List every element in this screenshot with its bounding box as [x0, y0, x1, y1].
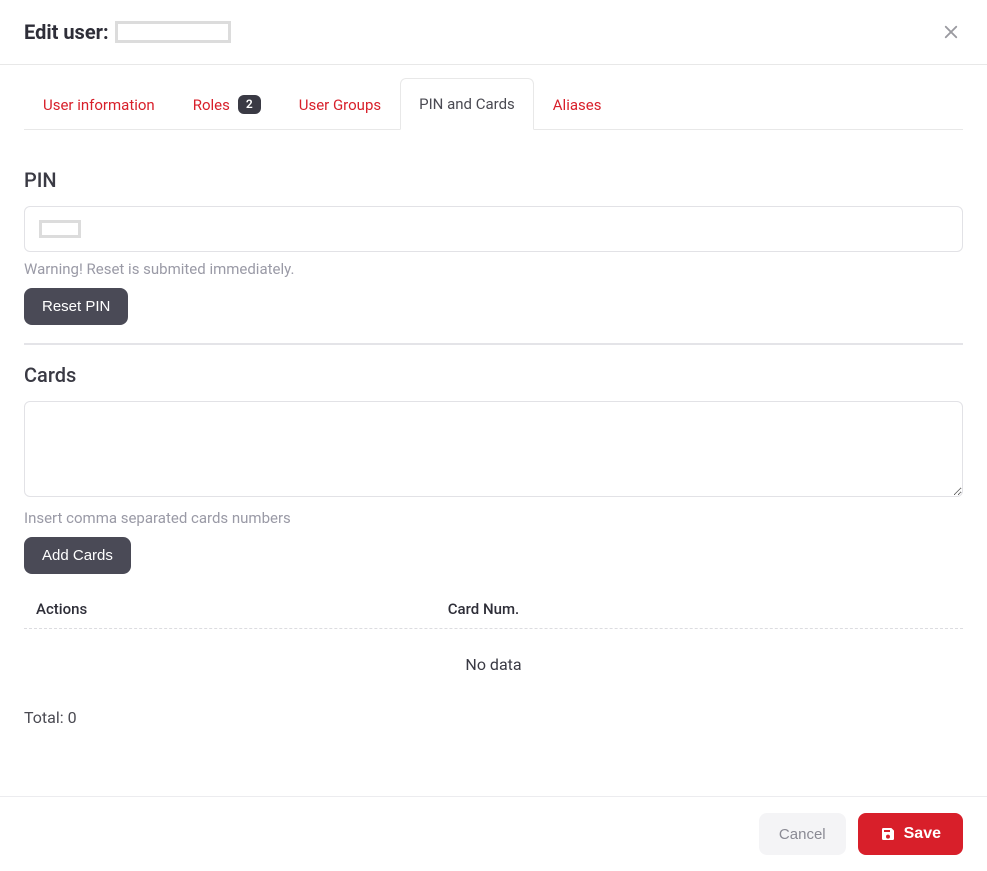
cards-total: Total: 0: [24, 708, 963, 727]
tab-aliases[interactable]: Aliases: [534, 78, 621, 130]
roles-count-badge: 2: [238, 95, 261, 113]
total-value: 0: [68, 708, 77, 727]
reset-pin-button[interactable]: Reset PIN: [24, 288, 128, 325]
cards-table: Actions Card Num. No data: [24, 590, 963, 700]
save-button-label: Save: [904, 825, 941, 843]
pin-value-placeholder: [39, 220, 81, 238]
modal-footer: Cancel Save: [0, 796, 987, 871]
cards-hint-text: Insert comma separated cards numbers: [24, 509, 963, 527]
section-divider: [24, 343, 963, 345]
tab-user-groups[interactable]: User Groups: [280, 78, 400, 130]
modal-title-wrap: Edit user:: [24, 20, 231, 44]
username-placeholder: [115, 21, 231, 43]
tab-pin-and-cards[interactable]: PIN and Cards: [400, 78, 534, 130]
tab-roles[interactable]: Roles 2: [174, 78, 280, 130]
total-label: Total:: [24, 708, 64, 727]
cards-section-heading: Cards: [24, 363, 963, 387]
cancel-button[interactable]: Cancel: [759, 813, 846, 855]
tab-user-information[interactable]: User information: [24, 78, 174, 130]
modal-header: Edit user:: [0, 0, 987, 65]
column-header-actions: Actions: [36, 600, 448, 618]
tab-label: User Groups: [299, 96, 381, 114]
pin-input[interactable]: [24, 206, 963, 252]
add-cards-button[interactable]: Add Cards: [24, 537, 131, 574]
close-button[interactable]: [939, 20, 963, 44]
column-header-card-num: Card Num.: [448, 600, 951, 618]
table-header-row: Actions Card Num.: [24, 590, 963, 629]
cards-textarea[interactable]: [24, 401, 963, 497]
table-empty-state: No data: [24, 629, 963, 700]
tabs-nav: User information Roles 2 User Groups PIN…: [24, 77, 963, 130]
pin-section-heading: PIN: [24, 168, 963, 192]
pin-warning-text: Warning! Reset is submited immediately.: [24, 260, 963, 278]
close-icon: [942, 23, 960, 41]
tab-label: Aliases: [553, 96, 602, 114]
save-icon: [880, 826, 896, 842]
modal-title: Edit user:: [24, 20, 109, 44]
tab-label: User information: [43, 96, 155, 114]
tab-label: Roles: [193, 96, 230, 114]
tab-label: PIN and Cards: [419, 95, 515, 113]
tab-content: PIN Warning! Reset is submited immediate…: [0, 130, 987, 751]
save-button[interactable]: Save: [858, 813, 963, 855]
